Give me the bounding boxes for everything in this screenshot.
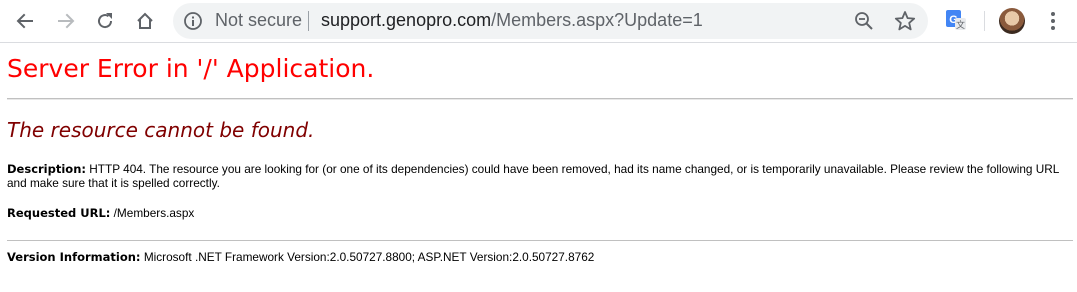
version-information: Version Information: Microsoft .NET Fram… <box>7 250 594 264</box>
requested-url-label: Requested URL: <box>7 206 111 220</box>
zoom-out-icon[interactable] <box>854 11 874 31</box>
home-button[interactable] <box>131 7 159 35</box>
address-bar[interactable]: Not secure support.genopro.com/Members.a… <box>173 3 928 39</box>
url-text[interactable]: support.genopro.com/Members.aspx?Update=… <box>321 10 703 31</box>
error-subtitle: The resource cannot be found. <box>7 118 315 142</box>
forward-arrow-icon <box>58 13 75 29</box>
back-button[interactable] <box>11 7 39 35</box>
browser-toolbar: Not secure support.genopro.com/Members.a… <box>0 0 1077 43</box>
security-label[interactable]: Not secure <box>215 10 302 31</box>
url-path: /Members.aspx?Update=1 <box>491 10 703 30</box>
address-separator <box>308 11 309 31</box>
kebab-menu-icon[interactable] <box>1043 9 1063 33</box>
page-title: Server Error in '/' Application. <box>7 54 375 83</box>
reload-button[interactable] <box>91 7 119 35</box>
back-arrow-icon <box>16 13 33 29</box>
google-translate-icon[interactable]: G 文 <box>945 9 967 31</box>
toolbar-divider <box>984 11 985 31</box>
divider <box>7 240 1073 241</box>
info-icon[interactable] <box>183 11 203 31</box>
url-host: support.genopro.com <box>321 10 492 30</box>
avatar[interactable] <box>999 8 1025 34</box>
star-icon[interactable] <box>894 10 916 32</box>
version-label: Version Information: <box>7 250 141 264</box>
version-value: Microsoft .NET Framework Version:2.0.507… <box>143 250 595 264</box>
home-icon <box>137 12 153 29</box>
error-description: Description: HTTP 404. The resource you … <box>7 162 1067 190</box>
reload-icon <box>98 13 113 29</box>
requested-url: Requested URL: /Members.aspx <box>7 206 194 220</box>
divider <box>7 98 1073 100</box>
description-label: Description: <box>7 162 86 176</box>
forward-button[interactable] <box>52 7 80 35</box>
svg-text:文: 文 <box>956 19 965 30</box>
description-text: HTTP 404. The resource you are looking f… <box>7 162 1059 190</box>
requested-url-value: /Members.aspx <box>113 206 195 220</box>
